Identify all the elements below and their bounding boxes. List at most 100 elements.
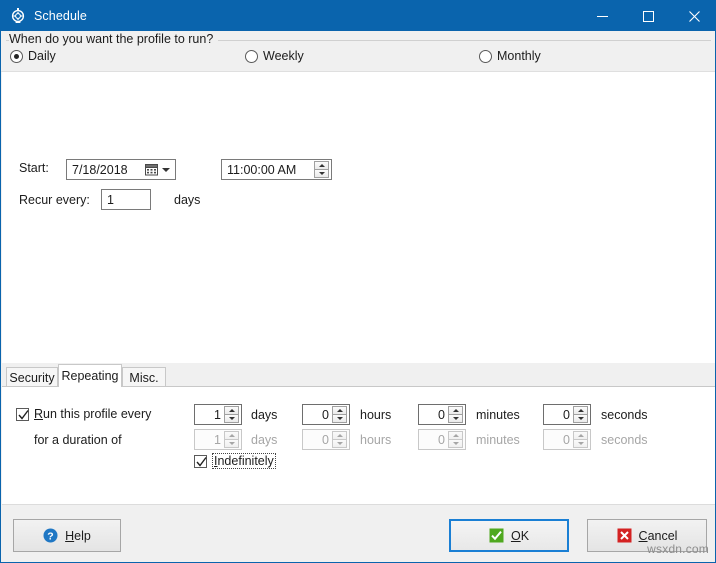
run-every-minutes-unit: minutes bbox=[476, 408, 520, 422]
run-every-checkbox-box bbox=[16, 407, 29, 421]
window-title: Schedule bbox=[34, 9, 87, 23]
recur-every-value: 1 bbox=[107, 192, 114, 207]
start-time-spinner[interactable]: 11:00:00 AM bbox=[221, 159, 332, 180]
run-this-profile-every-checkbox[interactable]: Run this profile every bbox=[16, 407, 151, 421]
duration-days-spin-up bbox=[224, 431, 239, 440]
run-every-hours-spin-up[interactable] bbox=[332, 406, 347, 415]
duration-hours-value: 0 bbox=[322, 432, 329, 447]
tab-misc[interactable]: Misc. bbox=[122, 367, 166, 387]
duration-minutes-unit: minutes bbox=[476, 433, 520, 447]
radio-daily-dot bbox=[10, 49, 23, 63]
duration-seconds-spin-buttons bbox=[573, 431, 588, 448]
run-every-minutes-spin-up[interactable] bbox=[448, 406, 463, 415]
start-time-value: 11:00:00 AM bbox=[227, 162, 297, 177]
check-icon bbox=[489, 528, 504, 543]
radio-weekly-label: Weekly bbox=[263, 49, 304, 63]
recur-every-label: Recur every: bbox=[19, 193, 90, 207]
duration-days-spinner: 1 bbox=[194, 429, 242, 450]
cancel-x-icon bbox=[617, 528, 632, 543]
tab-strip: Security Repeating Misc. bbox=[2, 363, 715, 387]
run-every-minutes-spin-down[interactable] bbox=[448, 415, 463, 423]
run-every-hours-unit: hours bbox=[360, 408, 392, 422]
run-every-days-unit: days bbox=[251, 408, 278, 422]
radio-daily-label: Daily bbox=[28, 49, 56, 63]
start-time-spin-buttons[interactable] bbox=[314, 161, 329, 178]
recur-every-input[interactable]: 1 bbox=[101, 189, 151, 210]
duration-minutes-spinner: 0 bbox=[418, 429, 466, 450]
ok-button[interactable]: OK bbox=[449, 519, 569, 552]
duration-minutes-spin-buttons bbox=[448, 431, 463, 448]
duration-label: for a duration of bbox=[34, 433, 122, 447]
duration-days-spin-down bbox=[224, 440, 239, 448]
tab-repeating-label: Repeating bbox=[61, 369, 119, 383]
help-button[interactable]: ? Help bbox=[13, 519, 121, 552]
ok-button-label: OK bbox=[510, 528, 530, 543]
groupbox-caption: When do you want the profile to run? bbox=[9, 32, 219, 46]
title-bar: Schedule bbox=[1, 1, 715, 31]
close-icon[interactable] bbox=[671, 1, 715, 31]
indefinitely-checkbox[interactable]: Indefinitely bbox=[194, 453, 276, 469]
run-frequency-groupbox: When do you want the profile to run? Dai… bbox=[1, 31, 715, 71]
tab-repeating[interactable]: Repeating bbox=[58, 364, 122, 387]
start-date-picker[interactable]: 7/18/2018 bbox=[66, 159, 176, 180]
maximize-icon[interactable] bbox=[625, 1, 671, 31]
help-button-label: Help bbox=[65, 528, 91, 543]
recur-every-unit: days bbox=[174, 193, 201, 207]
dialog-footer: ? Help OK Cancel bbox=[2, 504, 715, 562]
calendar-icon[interactable] bbox=[145, 163, 158, 176]
indefinitely-checkbox-box bbox=[194, 454, 207, 468]
duration-minutes-value: 0 bbox=[438, 432, 445, 447]
start-date-value: 7/18/2018 bbox=[72, 162, 128, 177]
run-every-seconds-spin-up[interactable] bbox=[573, 406, 588, 415]
repeating-tab-panel: Run this profile every for a duration of… bbox=[2, 386, 715, 505]
schedule-dialog-window: Schedule When do you want the profile to… bbox=[0, 0, 716, 563]
run-every-days-spin-down[interactable] bbox=[224, 415, 239, 423]
help-question-icon: ? bbox=[43, 528, 58, 543]
duration-seconds-value: 0 bbox=[563, 432, 570, 447]
chevron-down-icon[interactable] bbox=[160, 167, 172, 172]
run-every-days-spin-up[interactable] bbox=[224, 406, 239, 415]
run-every-days-value: 1 bbox=[214, 407, 221, 422]
radio-weekly[interactable]: Weekly bbox=[245, 49, 304, 63]
duration-minutes-spin-up bbox=[448, 431, 463, 440]
tab-security[interactable]: Security bbox=[6, 367, 58, 387]
tab-security-label: Security bbox=[9, 370, 55, 385]
run-every-seconds-unit: seconds bbox=[601, 408, 648, 422]
schedule-clock-icon bbox=[10, 8, 26, 24]
duration-hours-spin-up bbox=[332, 431, 347, 440]
start-time-spin-up[interactable] bbox=[314, 161, 329, 170]
run-every-hours-spinner[interactable]: 0 bbox=[302, 404, 350, 425]
frequency-radio-row: Daily Weekly Monthly bbox=[1, 49, 715, 71]
duration-hours-spin-buttons bbox=[332, 431, 347, 448]
duration-hours-spin-down bbox=[332, 440, 347, 448]
duration-days-unit: days bbox=[251, 433, 278, 447]
start-label: Start: bbox=[19, 161, 49, 175]
duration-days-spin-buttons bbox=[224, 431, 239, 448]
svg-text:?: ? bbox=[47, 530, 53, 542]
run-every-hours-spin-buttons[interactable] bbox=[332, 406, 347, 423]
duration-seconds-spinner: 0 bbox=[543, 429, 591, 450]
run-every-days-spin-buttons[interactable] bbox=[224, 406, 239, 423]
duration-hours-spinner: 0 bbox=[302, 429, 350, 450]
window-controls bbox=[579, 1, 715, 31]
run-every-days-spinner[interactable]: 1 bbox=[194, 404, 242, 425]
cancel-button-label: Cancel bbox=[638, 528, 678, 543]
run-every-seconds-spinner[interactable]: 0 bbox=[543, 404, 591, 425]
run-every-minutes-spinner[interactable]: 0 bbox=[418, 404, 466, 425]
duration-hours-unit: hours bbox=[360, 433, 392, 447]
radio-daily[interactable]: Daily bbox=[10, 49, 56, 63]
minimize-icon[interactable] bbox=[579, 1, 625, 31]
duration-minutes-spin-down bbox=[448, 440, 463, 448]
start-time-spin-down[interactable] bbox=[314, 170, 329, 178]
run-every-hours-spin-down[interactable] bbox=[332, 415, 347, 423]
radio-monthly[interactable]: Monthly bbox=[479, 49, 541, 63]
schedule-page: Start: 7/18/2018 11:00:00 AM Recur every… bbox=[2, 72, 715, 363]
indefinitely-label: Indefinitely bbox=[212, 453, 276, 469]
duration-seconds-unit: seconds bbox=[601, 433, 648, 447]
run-every-seconds-value: 0 bbox=[563, 407, 570, 422]
run-every-seconds-spin-down[interactable] bbox=[573, 415, 588, 423]
duration-seconds-spin-down bbox=[573, 440, 588, 448]
run-every-seconds-spin-buttons[interactable] bbox=[573, 406, 588, 423]
run-every-minutes-spin-buttons[interactable] bbox=[448, 406, 463, 423]
radio-monthly-dot bbox=[479, 49, 492, 63]
